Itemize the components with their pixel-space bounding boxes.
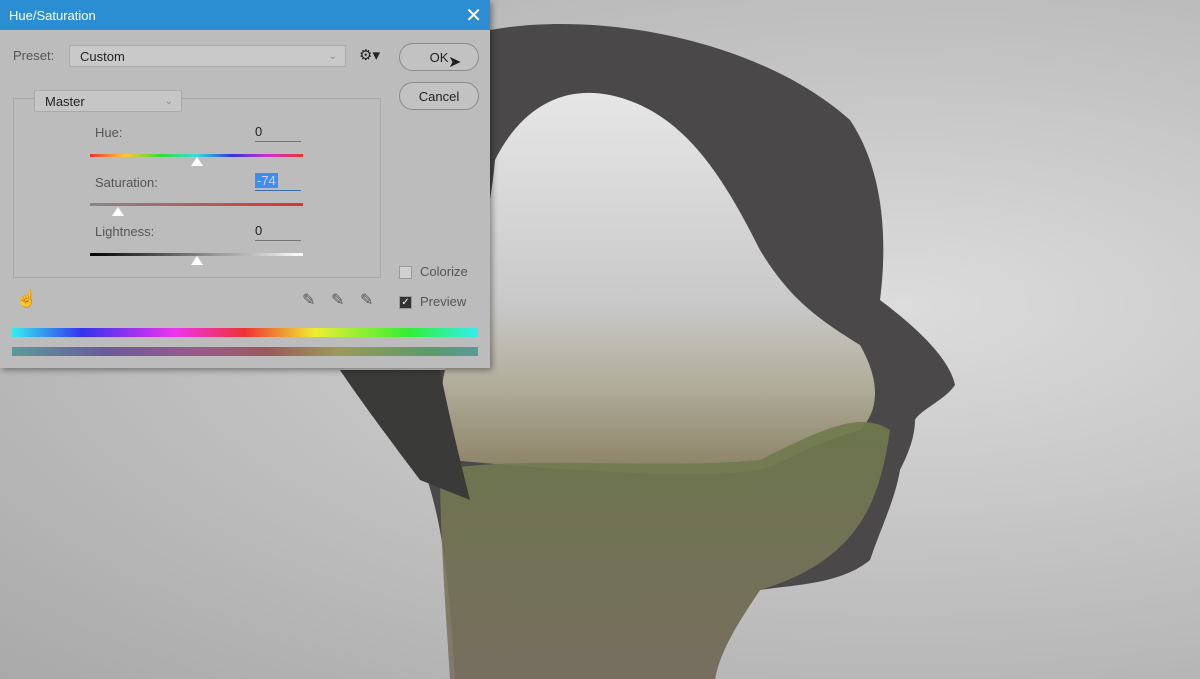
close-icon[interactable]: ✕: [465, 3, 482, 28]
adjustment-group: [13, 98, 381, 278]
saturation-input[interactable]: -74: [255, 173, 301, 191]
preset-value: Custom: [80, 48, 125, 64]
saturation-slider[interactable]: [90, 203, 303, 206]
saturation-slider-thumb[interactable]: [111, 207, 124, 216]
lightness-slider-thumb[interactable]: [190, 256, 203, 265]
output-color-bar: [12, 347, 478, 356]
hue-saturation-dialog: Hue/Saturation ✕ Preset: Custom ⌄ ⚙▾ OK …: [0, 0, 490, 368]
channel-dropdown[interactable]: Master ⌄: [34, 90, 182, 112]
mouse-cursor-icon: ➤: [448, 54, 462, 71]
cancel-button[interactable]: Cancel: [399, 82, 479, 110]
lightness-label: Lightness:: [95, 224, 155, 239]
cancel-label: Cancel: [418, 88, 460, 104]
colorize-checkbox[interactable]: Colorize: [399, 264, 468, 280]
eyedropper-icon[interactable]: ✎: [302, 290, 315, 310]
preset-dropdown[interactable]: Custom ⌄: [69, 45, 346, 67]
hue-value: 0: [255, 124, 263, 139]
targeted-adjustment-hand-icon[interactable]: ☝: [16, 289, 37, 309]
lightness-input[interactable]: 0: [255, 223, 301, 241]
input-color-bar: [12, 328, 478, 337]
chevron-down-icon: ⌄: [328, 50, 337, 62]
dialog-title: Hue/Saturation: [9, 7, 96, 23]
chevron-down-icon: ⌄: [164, 95, 173, 107]
lightness-value: 0: [255, 223, 263, 238]
preview-checkbox[interactable]: ✓ Preview: [399, 294, 467, 310]
checkbox-icon: [399, 266, 412, 280]
hue-input[interactable]: 0: [255, 124, 301, 142]
preset-label: Preset:: [13, 48, 55, 63]
eyedropper-minus-icon[interactable]: ✎: [360, 290, 373, 310]
ok-label: OK: [429, 49, 449, 65]
saturation-value: -74: [255, 173, 278, 188]
ok-button[interactable]: OK: [399, 43, 479, 71]
hue-slider-thumb[interactable]: [190, 157, 203, 166]
eyedropper-plus-icon[interactable]: ✎: [331, 290, 344, 310]
dialog-titlebar[interactable]: Hue/Saturation ✕: [0, 0, 490, 30]
preview-label: Preview: [420, 294, 467, 309]
channel-value: Master: [45, 93, 85, 109]
saturation-label: Saturation:: [95, 175, 158, 190]
gear-icon[interactable]: ⚙▾: [359, 46, 380, 64]
colorize-label: Colorize: [420, 264, 468, 279]
checkmark-icon: ✓: [399, 296, 412, 310]
hue-label: Hue:: [95, 125, 123, 140]
